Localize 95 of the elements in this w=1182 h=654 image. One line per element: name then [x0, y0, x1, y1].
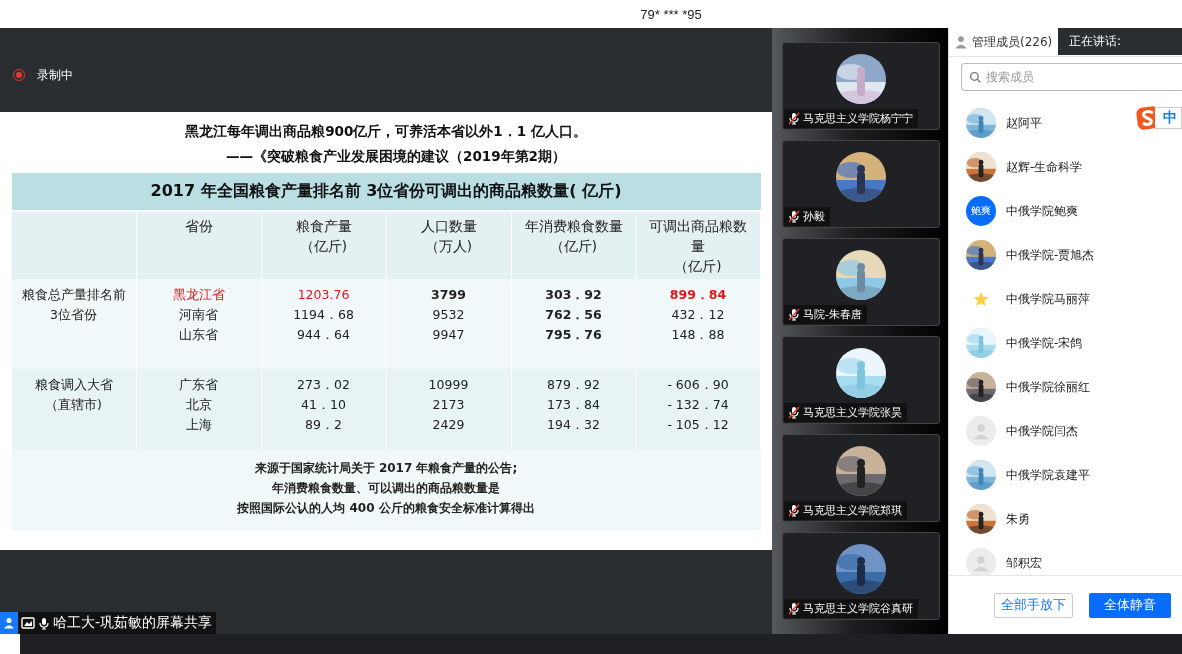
group-label: 粮食调入大省: [34, 376, 113, 394]
star-icon: [972, 290, 990, 308]
table-cell-text: - 132．74: [667, 396, 729, 414]
table-cell-text: - 105．12: [667, 416, 729, 434]
member-name[interactable]: 邹积宏: [1006, 554, 1042, 572]
table-cell-text: 273．02: [297, 376, 350, 394]
table-cell-text: 9947: [432, 326, 465, 344]
ime-badge[interactable]: 中: [1135, 105, 1182, 131]
table-cell-text: 3799: [431, 286, 466, 304]
member-name[interactable]: 赵阿平: [1006, 114, 1042, 132]
table-cell-text: 北京: [185, 396, 212, 414]
column-header: （亿斤): [674, 257, 722, 276]
table-cell-text: 173．84: [547, 396, 600, 414]
table-cell-text: 303．92: [545, 286, 602, 304]
table-cell-text: 89．2: [305, 416, 342, 434]
member-name[interactable]: 中俄学院袁建平: [1006, 466, 1090, 484]
search-field[interactable]: 搜索成员: [961, 63, 1182, 91]
table-note: 按照国际公认的人均 400 公斤的粮食安全标准计算得出: [237, 500, 535, 517]
table-cell-text: 899．84: [669, 286, 727, 304]
lower-hands-button[interactable]: 全部手放下: [994, 592, 1073, 618]
video-tile[interactable]: 马克思主义学院杨宁宁: [782, 42, 940, 130]
table-cell-text: 9532: [432, 306, 465, 324]
table-cell-text: 194．32: [547, 416, 600, 434]
group-label: （直辖市): [45, 396, 102, 414]
table-note: 来源于国家统计局关于 2017 年粮食产量的公告;: [254, 460, 518, 477]
table-cell-text: 上海: [185, 416, 212, 434]
member-name[interactable]: 赵辉-生命科学: [1006, 158, 1083, 176]
table-cell-text: 879．92: [547, 376, 600, 394]
video-tile[interactable]: 孙毅: [782, 140, 940, 228]
participant-name: 马克思主义学院杨宁宁: [803, 111, 913, 126]
member-name[interactable]: 中俄学院-贾旭杰: [1006, 246, 1095, 264]
muted-mic-icon: [788, 210, 800, 223]
column-header: 省份: [184, 217, 213, 236]
participant-name: 马院-朱春唐: [803, 307, 862, 322]
column-header: 人口数量: [420, 217, 477, 236]
table-cell-text: 广东省: [179, 376, 218, 394]
muted-mic-icon: [788, 406, 800, 419]
column-header: 粮食产量: [295, 217, 352, 236]
meeting-id: 79* *** *95: [640, 6, 702, 22]
member-name[interactable]: 中俄学院鲍爽: [1006, 202, 1078, 220]
table-cell-text: 944．64: [297, 326, 350, 344]
column-header: 年消费粮食数量: [524, 217, 623, 236]
table-cell-text: 黑龙江省: [172, 286, 225, 304]
muted-mic-icon: [788, 112, 800, 125]
table-cell-text: 河南省: [179, 306, 218, 324]
table-cell-text: - 606．90: [667, 376, 729, 394]
table-cell-text: 432．12: [671, 306, 725, 324]
screen-share-icon: [21, 617, 35, 629]
screen-share-label: 哈工大-巩茹敏的屏幕共享: [53, 614, 213, 632]
table-cell-text: 山东省: [179, 326, 218, 344]
muted-mic-icon: [788, 308, 800, 321]
recording-label: 录制中: [37, 66, 73, 84]
table-title: 2017 年全国粮食产量排名前 3位省份可调出的商品粮数量( 亿斤): [11, 173, 761, 212]
column-header: 可调出商品粮数: [649, 217, 747, 236]
table-note: 年消费粮食数量、可以调出的商品粮数量是: [272, 480, 500, 497]
table-cell-text: 762．56: [545, 306, 602, 324]
table-cell-text: 10999: [428, 376, 469, 394]
muted-mic-icon: [788, 504, 800, 517]
mic-icon: [38, 616, 50, 630]
slide-quote: 黑龙江每年调出商品粮900亿斤，可养活本省以外1．1 亿人口。: [185, 122, 587, 141]
table-cell-text: 148．88: [671, 326, 725, 344]
video-tile[interactable]: 马克思主义学院郑琪: [782, 434, 940, 522]
table-cell-text: 1203.76: [297, 286, 350, 304]
group-label: 粮食总产量排名前: [21, 286, 126, 304]
user-icon[interactable]: [0, 612, 18, 634]
table-cell-text: 41．10: [301, 396, 346, 414]
column-header: （亿斤): [299, 237, 348, 256]
member-name[interactable]: 中俄学院马丽萍: [1006, 290, 1090, 308]
member-name[interactable]: 朱勇: [1006, 510, 1030, 528]
participant-name: 马克思主义学院郑琪: [803, 503, 902, 518]
table-cell-text: 2173: [432, 396, 465, 414]
table-cell-text: 1194．68: [293, 306, 354, 324]
column-header: （万人): [424, 237, 473, 256]
search-icon: [969, 71, 982, 84]
participant-name: 马克思主义学院张昊: [803, 405, 902, 420]
participant-name: 马克思主义学院谷真研: [803, 601, 913, 616]
participant-name: 孙毅: [803, 209, 825, 224]
speaking-indicator: 正在讲话:: [1058, 28, 1182, 55]
member-name[interactable]: 中俄学院-宋鸽: [1006, 334, 1083, 352]
table-cell-text: 2429: [432, 416, 465, 434]
person-icon: [954, 35, 968, 49]
member-name[interactable]: 中俄学院徐丽红: [1006, 378, 1090, 396]
mute-all-button[interactable]: 全体静音: [1089, 592, 1171, 618]
avatar-initials: 鲍爽: [971, 204, 991, 218]
muted-mic-icon: [788, 602, 800, 615]
video-tile[interactable]: 马院-朱春唐: [782, 238, 940, 326]
group-label: 3位省份: [50, 306, 97, 324]
column-header: （亿斤): [549, 237, 598, 256]
member-name[interactable]: 中俄学院闫杰: [1006, 422, 1078, 440]
video-tile[interactable]: 马克思主义学院张昊: [782, 336, 940, 424]
column-header: 量: [691, 237, 705, 256]
default-avatar-icon: [966, 416, 996, 446]
table-cell-text: 795．76: [545, 326, 602, 344]
slide-source: ——《突破粮食产业发展困境的建议（2019年第2期）: [225, 147, 566, 166]
video-tile[interactable]: 马克思主义学院谷真研: [782, 532, 940, 620]
